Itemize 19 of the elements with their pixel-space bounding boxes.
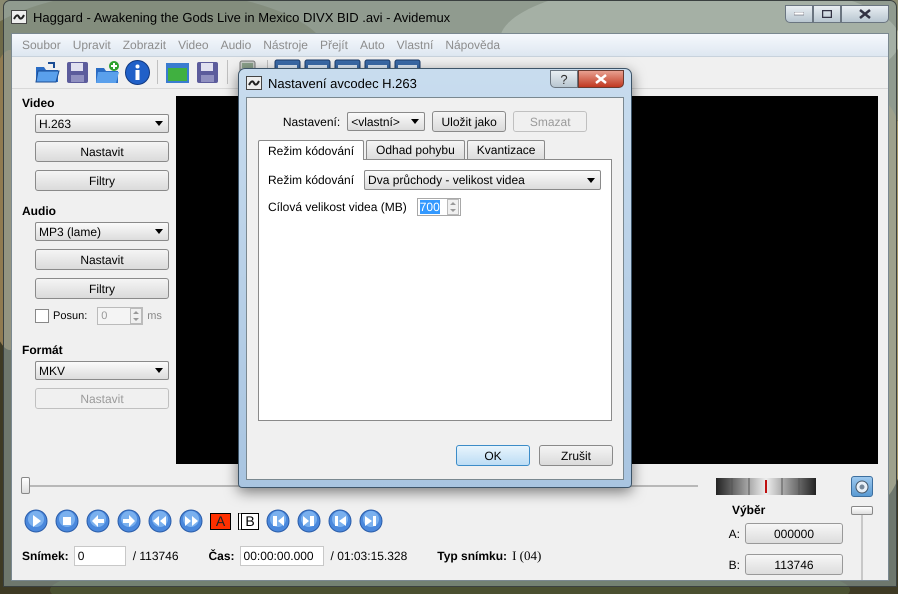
field-label: A: bbox=[728, 526, 740, 540]
dialog-title: Nastavení avcodec H.263 bbox=[268, 76, 417, 90]
checkbox-label: Posun: bbox=[53, 310, 88, 322]
section-heading: Audio bbox=[22, 204, 57, 218]
field-label: B: bbox=[728, 558, 740, 572]
field-label: Čas: bbox=[208, 549, 235, 563]
time-total: / 01:03:15.328 bbox=[330, 549, 408, 563]
field-label: Cílová velikost videa (MB) bbox=[268, 200, 407, 214]
field-label: Nastavení: bbox=[282, 114, 340, 128]
unit-label: ms bbox=[147, 310, 162, 322]
frame-type: I (04) bbox=[512, 548, 542, 564]
section-heading: Video bbox=[22, 96, 56, 110]
field-label: Režim kódování bbox=[268, 173, 354, 187]
field-label: Typ snímku: bbox=[437, 549, 508, 563]
section-heading: Výběr bbox=[732, 503, 766, 517]
window-title: Haggard - Awakening the Gods Live in Mexico DIVX BID .avi - Avidemux bbox=[33, 10, 450, 24]
field-label: Snímek: bbox=[22, 549, 69, 563]
frame-total: / 113746 bbox=[132, 549, 179, 563]
section-heading: Formát bbox=[22, 343, 64, 357]
